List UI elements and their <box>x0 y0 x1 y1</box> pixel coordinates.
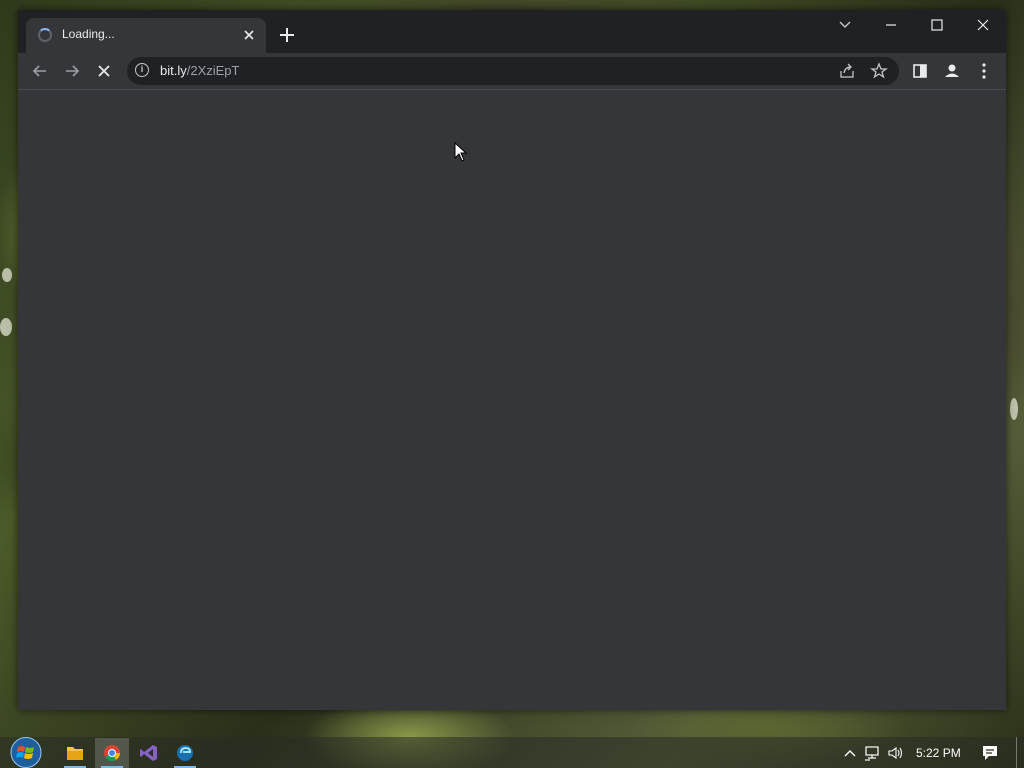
maximize-icon <box>931 19 943 31</box>
windows-logo-icon <box>10 737 42 768</box>
profile-icon <box>945 64 959 77</box>
share-icon <box>840 63 854 78</box>
chrome-icon <box>104 745 120 761</box>
visual-studio-icon <box>140 745 157 761</box>
url-text[interactable]: bit.ly/2XziEpT <box>160 63 239 78</box>
forward-button[interactable] <box>61 60 83 82</box>
taskbar: 5:22 PM <box>0 737 1024 768</box>
side-panel-button[interactable] <box>909 60 931 82</box>
star-icon <box>870 62 888 79</box>
url-host: bit.ly <box>160 63 187 78</box>
show-desktop-button[interactable] <box>1016 737 1017 768</box>
network-icon <box>865 746 879 761</box>
close-icon <box>977 19 989 31</box>
speaker-icon <box>888 746 903 760</box>
browser-toolbar: i bit.ly/2XziEpT <box>18 53 1006 90</box>
folder-icon <box>67 747 83 760</box>
menu-button[interactable] <box>973 60 995 82</box>
site-info-icon[interactable]: i <box>135 63 149 77</box>
new-tab-button[interactable] <box>276 24 298 46</box>
back-button[interactable] <box>29 60 51 82</box>
chevron-down-icon <box>839 21 851 28</box>
tab-title: Loading... <box>62 27 115 41</box>
profile-button[interactable] <box>941 60 963 82</box>
arrow-right-icon <box>66 65 80 77</box>
share-button[interactable] <box>837 61 857 81</box>
kebab-menu-icon <box>982 63 986 79</box>
tab-loading[interactable]: Loading... <box>26 18 266 53</box>
stop-loading-button[interactable] <box>93 60 115 82</box>
side-panel-icon <box>913 64 927 78</box>
notification-icon <box>983 746 997 760</box>
tab-strip: Loading... <box>18 10 1006 53</box>
page-viewport[interactable] <box>18 90 1006 710</box>
arrow-left-icon <box>32 65 46 77</box>
close-window-button[interactable] <box>968 14 998 36</box>
taskbar-clock[interactable]: 5:22 PM <box>916 746 961 760</box>
taskbar-chrome[interactable] <box>95 738 129 768</box>
minimize-icon <box>886 24 896 26</box>
show-hidden-icons-button[interactable] <box>841 744 859 762</box>
taskbar-visual-studio[interactable] <box>132 738 166 768</box>
start-button[interactable] <box>6 736 46 768</box>
close-tab-icon[interactable] <box>240 26 258 44</box>
taskbar-file-explorer[interactable] <box>58 738 92 768</box>
taskbar-edge-beta[interactable] <box>168 738 202 768</box>
chevron-up-icon <box>844 750 856 757</box>
address-bar[interactable]: i bit.ly/2XziEpT <box>127 57 899 85</box>
bookmark-button[interactable] <box>869 61 889 81</box>
minimize-button[interactable] <box>876 14 906 36</box>
stop-icon <box>98 65 110 77</box>
tab-search-button[interactable] <box>830 14 860 36</box>
loading-spinner-icon <box>38 28 52 42</box>
action-center-button[interactable] <box>980 743 1000 763</box>
network-button[interactable] <box>864 744 882 762</box>
maximize-button[interactable] <box>922 14 952 36</box>
mouse-cursor-icon <box>454 142 468 162</box>
edge-beta-icon <box>177 745 193 761</box>
browser-window: Loading... i bit.ly/2XziEpT <box>18 10 1006 710</box>
url-path: /2XziEpT <box>186 63 240 78</box>
volume-button[interactable] <box>887 744 905 762</box>
